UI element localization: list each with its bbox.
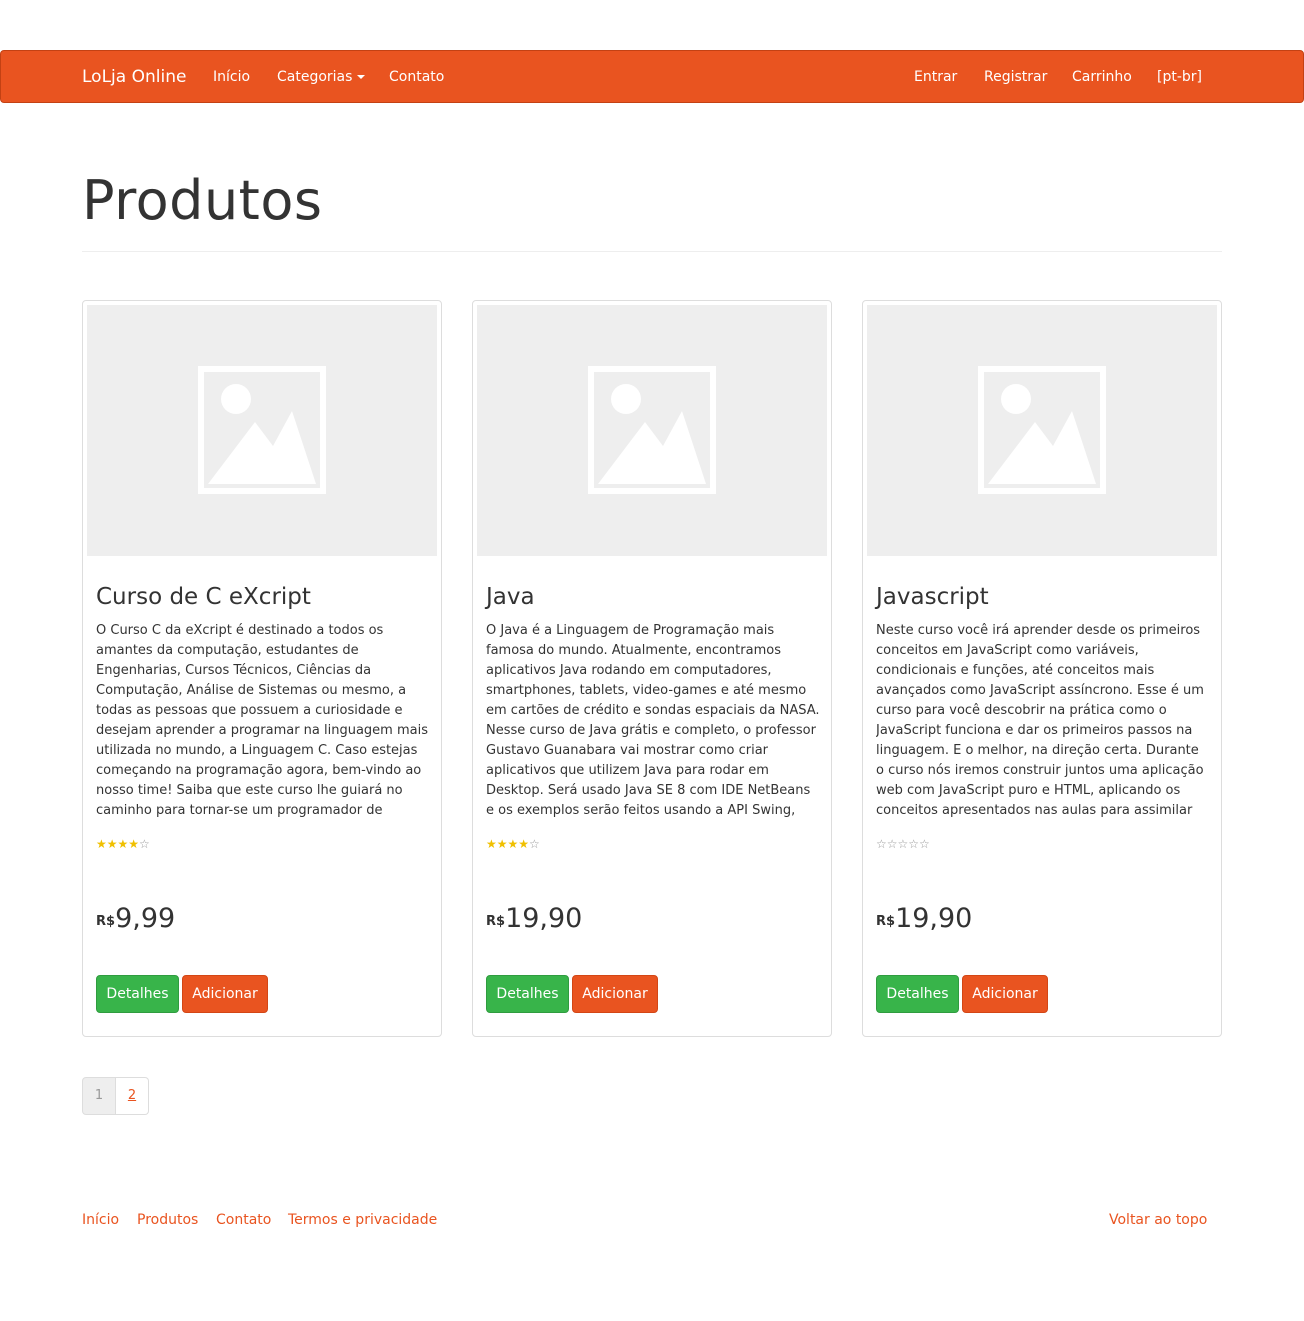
product-description: Neste curso você irá aprender desde os p… <box>876 623 1204 818</box>
page-link-1[interactable]: 1 <box>82 1077 116 1115</box>
price-currency: R$ <box>96 914 116 929</box>
product-card: Curso de C eXcript O Curso C da eXcript … <box>82 300 442 1037</box>
add-to-cart-button[interactable]: Adicionar <box>572 975 658 1013</box>
nav-language-link[interactable]: [pt-br] <box>1157 68 1202 86</box>
footer-termos-link[interactable]: Termos e privacidade <box>288 1211 437 1229</box>
details-button[interactable]: Detalhes <box>876 975 959 1013</box>
nav-registrar-link[interactable]: Registrar <box>984 68 1047 86</box>
product-card: Java O Java é a Linguagem de Programação… <box>472 300 832 1037</box>
star-empty-icon: ☆☆☆☆☆ <box>876 837 930 851</box>
product-description: O Java é a Linguagem de Programação mais… <box>486 623 820 818</box>
rating-stars: ★★★★☆ <box>96 837 150 851</box>
price-currency: R$ <box>876 914 896 929</box>
product-title: Curso de C eXcript <box>96 584 311 610</box>
product-price: R$9,99 <box>96 901 175 940</box>
details-button[interactable]: Detalhes <box>96 975 179 1013</box>
nav-entrar-link[interactable]: Entrar <box>914 68 957 86</box>
product-card: Javascript Neste curso você irá aprender… <box>862 300 1222 1037</box>
footer-inicio-link[interactable]: Início <box>82 1211 119 1229</box>
page-link-2[interactable]: 2 <box>116 1077 149 1115</box>
add-to-cart-button[interactable]: Adicionar <box>962 975 1048 1013</box>
price-amount: 9,99 <box>115 903 176 934</box>
details-button[interactable]: Detalhes <box>486 975 569 1013</box>
nav-inicio-link[interactable]: Início <box>213 68 250 86</box>
product-thumbnail <box>477 305 827 556</box>
image-placeholder-icon <box>198 366 326 494</box>
price-amount: 19,90 <box>895 903 973 934</box>
price-amount: 19,90 <box>505 903 583 934</box>
nav-contato-link[interactable]: Contato <box>389 68 444 86</box>
add-to-cart-button[interactable]: Adicionar <box>182 975 268 1013</box>
image-placeholder-icon <box>978 366 1106 494</box>
star-filled-icon: ★★★★ <box>96 837 140 851</box>
product-description: O Curso C da eXcript é destinado a todos… <box>96 623 428 818</box>
star-empty-icon: ☆ <box>529 837 540 851</box>
caret-down-icon <box>357 75 366 79</box>
rating-stars: ★★★★☆ <box>486 837 540 851</box>
product-price: R$19,90 <box>876 901 972 940</box>
product-title: Javascript <box>876 584 989 610</box>
nav-carrinho-link[interactable]: Carrinho <box>1072 68 1132 86</box>
pagination: 1 2 <box>82 1077 149 1115</box>
brand-link[interactable]: LoLja Online <box>82 66 186 88</box>
nav-categorias-label: Categorias <box>277 69 353 85</box>
rating-stars: ☆☆☆☆☆ <box>876 837 930 851</box>
image-placeholder-icon <box>588 366 716 494</box>
footer-produtos-link[interactable]: Produtos <box>137 1211 198 1229</box>
star-filled-icon: ★★★★ <box>486 837 530 851</box>
back-to-top-link[interactable]: Voltar ao topo <box>1109 1211 1207 1229</box>
product-thumbnail <box>867 305 1217 556</box>
navbar: LoLja Online Início Categorias Contato E… <box>0 50 1304 103</box>
page-title: Produtos <box>82 169 323 232</box>
star-empty-icon: ☆ <box>139 837 150 851</box>
price-currency: R$ <box>486 914 506 929</box>
product-title: Java <box>486 584 535 610</box>
product-price: R$19,90 <box>486 901 582 940</box>
nav-categorias-dropdown[interactable]: Categorias <box>277 68 366 86</box>
footer-contato-link[interactable]: Contato <box>216 1211 271 1229</box>
product-thumbnail <box>87 305 437 556</box>
title-divider <box>82 251 1222 252</box>
